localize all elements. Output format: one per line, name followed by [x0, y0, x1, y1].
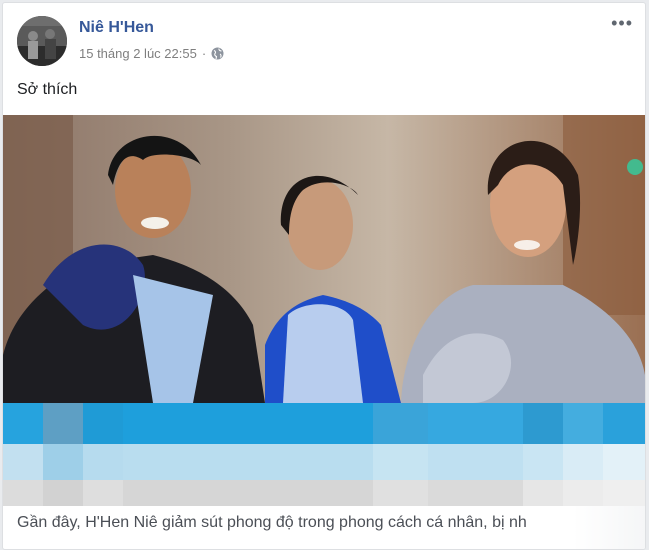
blurred-banner-bottom: [3, 480, 645, 506]
blurred-banner-middle: [3, 444, 645, 480]
link-caption[interactable]: Gần đây, H'Hen Niê giảm sút phong độ tro…: [17, 514, 527, 532]
post-timestamp[interactable]: 15 tháng 2 lúc 22:55: [79, 46, 197, 61]
post-text: Sở thích: [17, 81, 78, 98]
post-card: Niê H'Hen 15 tháng 2 lúc 22:55 · ••• Sở …: [2, 2, 646, 550]
post-photo[interactable]: [3, 115, 645, 403]
caption-fade-overlay: [573, 506, 645, 549]
author-name[interactable]: Niê H'Hen: [79, 19, 154, 37]
meta-separator: ·: [201, 46, 207, 61]
globe-icon[interactable]: [211, 47, 224, 60]
blurred-banner-top: [3, 403, 645, 444]
avatar[interactable]: [17, 16, 67, 66]
more-options-icon[interactable]: •••: [611, 14, 633, 32]
post-meta: 15 tháng 2 lúc 22:55 ·: [79, 46, 224, 61]
